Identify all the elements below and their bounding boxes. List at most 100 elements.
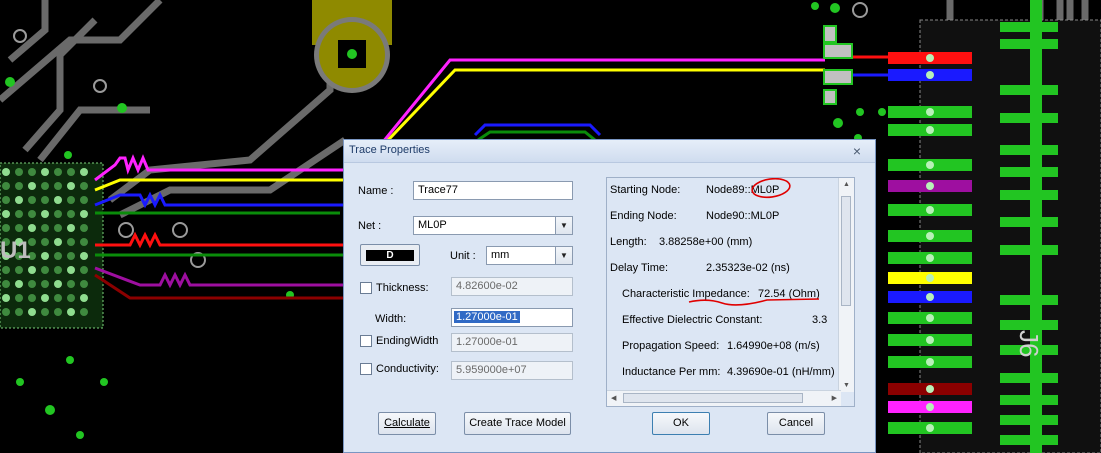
scroll-thumb-horizontal[interactable] (623, 393, 803, 403)
j6-pad (1000, 167, 1058, 177)
bga-ball (28, 308, 36, 316)
scroll-down-icon[interactable]: ▼ (843, 382, 850, 389)
bga-ball (41, 238, 49, 246)
j6-pad (1000, 435, 1058, 445)
j6-pin-via (926, 293, 934, 301)
j6-pad (1000, 320, 1058, 330)
bga-ball (80, 238, 88, 246)
bga-ball (2, 168, 10, 176)
bga-ball (67, 252, 75, 260)
j6-pin-via (926, 254, 934, 262)
bga-ball (80, 280, 88, 288)
j6-pad (1000, 217, 1058, 227)
info-horizontal-scrollbar[interactable]: ◀ ▶ (607, 390, 841, 406)
ending-width-input[interactable]: 1.27000e-01 (451, 333, 573, 352)
thickness-checkbox[interactable] (360, 282, 372, 294)
bga-ball (15, 196, 23, 204)
j6-pad (1000, 295, 1058, 305)
j6-pin-via (926, 314, 934, 322)
bga-ball (54, 308, 62, 316)
bga-ball (2, 266, 10, 274)
bga-ball (54, 294, 62, 302)
j6-pad (1000, 373, 1058, 383)
bga-ball (67, 294, 75, 302)
bga-ball (41, 168, 49, 176)
bga-ball (67, 224, 75, 232)
small-components (823, 25, 853, 105)
ok-button[interactable]: OK (652, 412, 710, 435)
scroll-right-icon[interactable]: ▶ (832, 394, 837, 402)
calculate-button-label: Calculate (384, 417, 430, 429)
bga-ball (80, 308, 88, 316)
u1-bga: U1 (0, 162, 104, 329)
net-select[interactable]: ML0P ▼ (413, 216, 573, 235)
scroll-thumb-vertical[interactable] (841, 196, 851, 306)
name-label: Name : (358, 185, 394, 197)
close-icon[interactable]: × (853, 143, 861, 159)
unit-select[interactable]: mm ▼ (486, 246, 573, 265)
create-trace-model-button[interactable]: Create Trace Model (464, 412, 571, 435)
trace-color-button[interactable]: D (360, 244, 420, 266)
j6-pad (1000, 22, 1058, 32)
j6-pad (1000, 415, 1058, 425)
bga-ball (54, 168, 62, 176)
bga-ball (2, 294, 10, 302)
bga-ball (28, 280, 36, 288)
ending-width-checkbox[interactable] (360, 335, 372, 347)
bga-ball (54, 182, 62, 190)
bga-ball (2, 308, 10, 316)
unit-label: Unit : (450, 250, 476, 262)
bga-ball (41, 266, 49, 274)
name-input[interactable]: Trace77 (413, 181, 573, 200)
bga-ball (2, 196, 10, 204)
dialog-titlebar[interactable]: Trace Properties × (344, 140, 875, 163)
j6-pin-via (926, 232, 934, 240)
ending-width-label: EndingWidth (376, 335, 439, 347)
bga-ball (67, 308, 75, 316)
thickness-label: Thickness: (376, 282, 429, 294)
j6-pin-via (926, 336, 934, 344)
bga-ball (41, 210, 49, 218)
j6-pin-via (926, 403, 934, 411)
bga-ball (28, 224, 36, 232)
chevron-down-icon[interactable]: ▼ (555, 217, 572, 234)
bga-ball (41, 196, 49, 204)
bga-ball (67, 196, 75, 204)
dialog-title: Trace Properties (349, 144, 430, 156)
bga-ball (54, 210, 62, 218)
chevron-down-icon[interactable]: ▼ (555, 247, 572, 264)
width-input[interactable]: 1.27000e-01 (451, 308, 573, 327)
bga-ball (15, 168, 23, 176)
j6-pad (1000, 113, 1058, 123)
bga-ball (80, 266, 88, 274)
j6-pin-via (926, 274, 934, 282)
bga-ball (2, 182, 10, 190)
scroll-up-icon[interactable]: ▲ (843, 181, 850, 188)
bga-ball (80, 224, 88, 232)
j6-label: J6 (1014, 330, 1044, 357)
bga-ball (54, 196, 62, 204)
bga-ball (67, 266, 75, 274)
j6-pin-via (926, 161, 934, 169)
info-vertical-scrollbar[interactable]: ▲ ▼ (838, 178, 854, 392)
j6-pin-via (926, 385, 934, 393)
bga-ball (80, 168, 88, 176)
conductivity-checkbox[interactable] (360, 363, 372, 375)
j6-pin-via (926, 424, 934, 432)
scroll-left-icon[interactable]: ◀ (611, 394, 616, 402)
bga-ball (28, 168, 36, 176)
bga-ball (41, 224, 49, 232)
bga-ball (54, 266, 62, 274)
width-label: Width: (375, 313, 407, 325)
bga-ball (41, 182, 49, 190)
calculate-button[interactable]: Calculate (378, 412, 436, 435)
j6-pad (1000, 245, 1058, 255)
conductivity-input[interactable]: 5.959000e+07 (451, 361, 573, 380)
thickness-input[interactable]: 4.82600e-02 (451, 277, 573, 296)
mounting-pad (312, 0, 392, 93)
j6-pad (1000, 395, 1058, 405)
bga-ball (67, 182, 75, 190)
cancel-button[interactable]: Cancel (767, 412, 825, 435)
bga-ball (15, 224, 23, 232)
bga-ball (41, 252, 49, 260)
